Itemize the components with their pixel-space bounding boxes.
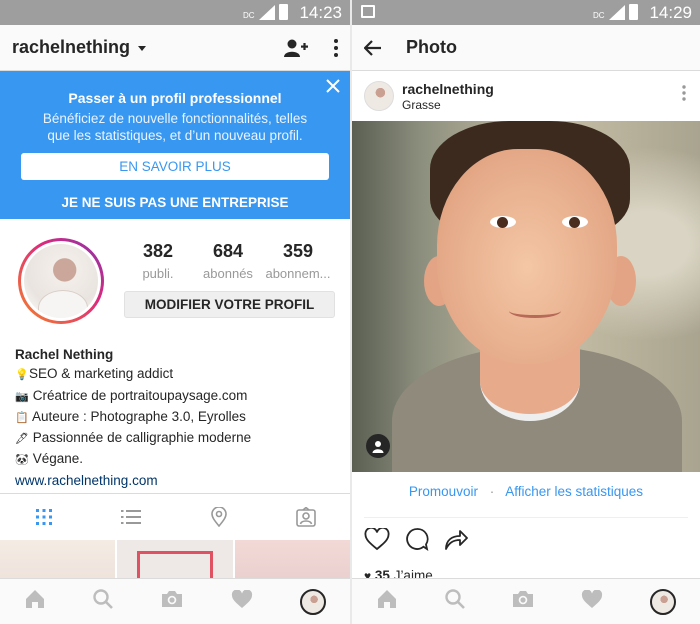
battery-icon (629, 4, 638, 20)
heart-icon[interactable] (231, 588, 253, 614)
post-image[interactable] (352, 121, 700, 472)
edit-profile-button[interactable]: MODIFIER VOTRE PROFIL (124, 291, 335, 318)
gallery-notification-icon (361, 5, 375, 18)
posts-stat[interactable]: 382 publi. (123, 241, 193, 281)
signal-icon (259, 5, 275, 20)
signal-icon (609, 5, 625, 20)
promote-link[interactable]: Promouvoir (409, 484, 478, 499)
following-label: abonnem... (265, 266, 331, 281)
view-insights-link[interactable]: Afficher les statistiques (505, 484, 643, 499)
bio-line: 🖋 Passionnée de calligraphie moderne (15, 428, 335, 449)
profile-screen: DC 14:23 rachelnething Passer à un profi… (0, 0, 350, 624)
like-heart-icon[interactable] (364, 526, 390, 556)
page-title: Photo (406, 37, 457, 57)
add-person-icon[interactable] (284, 39, 308, 57)
back-arrow-icon[interactable] (364, 39, 382, 56)
status-icons: DC (243, 4, 288, 20)
post-insights-bar: Promouvoir · Afficher les statistiques (352, 484, 700, 499)
post-author-avatar[interactable] (364, 81, 394, 111)
camera-icon[interactable] (512, 590, 534, 613)
clipboard-icon: 📋 (15, 411, 29, 424)
more-options-icon[interactable] (334, 38, 338, 57)
network-type-label: DC (593, 11, 605, 20)
search-icon[interactable] (93, 589, 114, 614)
comment-icon[interactable] (405, 527, 429, 556)
post-header: rachelnething Grasse (352, 71, 700, 121)
profile-avatar[interactable] (18, 238, 104, 324)
heart-icon[interactable] (581, 588, 603, 614)
status-time: 14:23 (299, 3, 342, 22)
grid-icon[interactable] (0, 508, 88, 526)
followers-count: 684 (212, 241, 244, 261)
profile-bio: Rachel Nething 💡SEO & marketing addict 📷… (0, 339, 350, 490)
network-type-label: DC (243, 11, 255, 20)
status-icons: DC (593, 4, 638, 20)
panda-icon: 🐼 (15, 454, 29, 467)
location-icon[interactable] (175, 506, 263, 527)
profile-name: Rachel Nething (15, 347, 114, 362)
banner-title: Passer à un profil professionnel (68, 90, 282, 106)
profile-stats: 382 publi. 684 abonnés 359 abonnem... (123, 241, 333, 281)
home-icon[interactable] (24, 589, 46, 614)
pen-icon: 🖋 (15, 433, 29, 446)
post-author-username[interactable]: rachelnething (402, 81, 494, 97)
list-icon[interactable] (88, 509, 176, 525)
account-switcher-chevron-icon[interactable] (138, 46, 147, 51)
bio-line: 💡SEO & marketing addict (15, 364, 335, 385)
profile-avatar[interactable] (300, 588, 327, 615)
account-username[interactable]: rachelnething (12, 37, 130, 58)
search-icon[interactable] (445, 589, 465, 614)
profile-top-bar: rachelnething (0, 25, 350, 71)
not-a-business-button[interactable]: JE NE SUIS PAS UNE ENTREPRISE (0, 195, 350, 210)
post-actions (364, 526, 468, 556)
grid-post-thumbnail[interactable] (117, 540, 233, 584)
posts-label: publi. (142, 266, 174, 281)
separator-dot: · (489, 484, 495, 499)
learn-more-button[interactable]: EN SAVOIR PLUS (21, 153, 329, 180)
website-link[interactable]: www.rachelnething.com (15, 471, 335, 490)
profile-avatar[interactable] (650, 588, 677, 615)
bio-line: 🐼 Végane. (15, 449, 335, 470)
grid-post-thumbnail[interactable] (234, 540, 350, 578)
bio-line: 📋 Auteure : Photographe 3.0, Eyrolles (15, 407, 335, 428)
lightbulb-icon: 💡 (15, 369, 29, 382)
status-bar: DC 14:23 (0, 0, 350, 25)
following-count: 359 (282, 241, 314, 261)
close-icon[interactable] (326, 79, 340, 98)
battery-icon (279, 4, 288, 20)
grid-post-thumbnail[interactable] (0, 540, 116, 578)
followers-stat[interactable]: 684 abonnés (193, 241, 263, 281)
post-more-options-icon[interactable] (682, 85, 686, 106)
post-location[interactable]: Grasse (402, 98, 494, 112)
status-bar: DC 14:29 (352, 0, 700, 25)
profile-tabs (0, 493, 350, 539)
share-arrow-icon[interactable] (444, 528, 468, 555)
tagged-icon[interactable] (263, 506, 351, 527)
status-time: 14:29 (649, 3, 692, 22)
home-icon[interactable] (376, 589, 398, 614)
bottom-navigation (0, 578, 350, 624)
posts-grid (0, 540, 350, 584)
photo-top-bar: Photo (352, 25, 700, 71)
camera-emoji-icon: 📷 (15, 390, 29, 403)
photo-screen: DC 14:29 Photo rachelnething Grasse Prom… (352, 0, 700, 624)
user-tag-icon[interactable] (366, 434, 390, 458)
camera-icon[interactable] (161, 590, 183, 613)
bio-line: 📷 Créatrice de portraitoupaysage.com (15, 386, 335, 407)
divider (364, 517, 688, 518)
profile-header: 382 publi. 684 abonnés 359 abonnem... MO… (0, 219, 350, 339)
banner-description: Bénéficiez de nouvelle fonctionnalités, … (42, 111, 308, 143)
business-profile-banner: Passer à un profil professionnel Bénéfic… (0, 71, 350, 219)
posts-count: 382 (142, 241, 174, 261)
bottom-navigation (352, 578, 700, 624)
followers-label: abonnés (203, 266, 253, 281)
following-stat[interactable]: 359 abonnem... (263, 241, 333, 281)
